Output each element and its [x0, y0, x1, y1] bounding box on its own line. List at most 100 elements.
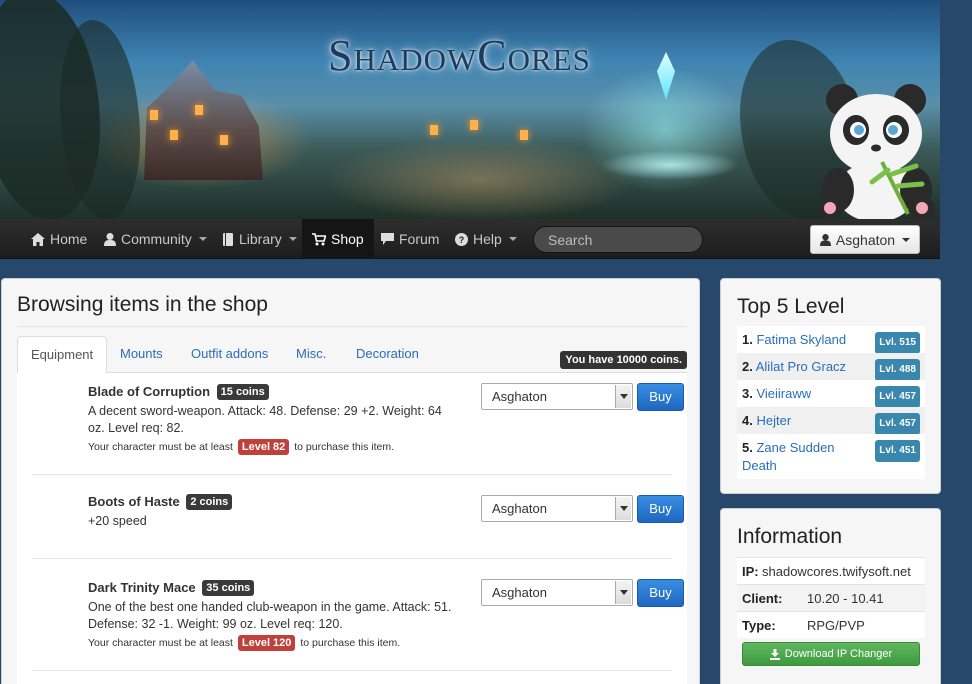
nav-home[interactable]: Home — [31, 219, 87, 259]
list-item: 1. Fatima Skyland Lvl. 515 — [737, 326, 925, 354]
chevron-down-icon — [198, 237, 207, 241]
svg-text:?: ? — [459, 235, 465, 245]
shop-item: Boots of Haste 2 coins +20 speed Asghato… — [32, 475, 684, 559]
list-item: 5. Zane Sudden Death Lvl. 451 — [737, 434, 925, 479]
list-item: 4. Hejter Lvl. 457 — [737, 407, 925, 435]
tab-outfit-addons[interactable]: Outfit addons — [178, 336, 281, 373]
info-label: IP: — [742, 564, 759, 579]
search-input[interactable] — [533, 226, 703, 253]
level-requirement-badge: Level 120 — [237, 635, 296, 651]
question-icon: ? — [455, 232, 468, 246]
buy-button[interactable]: Buy — [637, 495, 684, 523]
item-description: A decent sword-weapon. Attack: 48. Defen… — [88, 404, 442, 435]
chevron-down-icon[interactable] — [615, 385, 631, 408]
item-description: +20 speed — [88, 514, 147, 528]
download-label: Download IP Changer — [784, 648, 893, 660]
user-menu-button[interactable]: Asghaton — [810, 225, 920, 254]
price-badge: 2 coins — [186, 494, 233, 510]
item-name: Blade of Corruption — [88, 384, 211, 399]
item-description: One of the best one handed club-weapon i… — [88, 600, 452, 631]
nav-help-label: Help — [473, 231, 502, 247]
banner-light — [520, 130, 528, 140]
player-level-badge: Lvl. 488 — [875, 359, 920, 381]
info-row-ip: IP: shadowcores.twifysoft.net — [737, 557, 925, 584]
chevron-down-icon[interactable] — [615, 497, 631, 520]
user-icon — [104, 232, 116, 246]
banner-light — [430, 125, 438, 135]
info-value: 10.20 - 10.41 — [807, 591, 884, 606]
price-badge: 35 coins — [202, 580, 255, 596]
nav-community-label: Community — [121, 231, 192, 247]
info-label: Client: — [742, 591, 783, 606]
player-level-badge: Lvl. 451 — [875, 440, 920, 462]
item-name: Boots of Haste — [88, 494, 180, 509]
item-requirement: Your character must be at least Level 12… — [88, 635, 400, 651]
chevron-down-icon — [288, 237, 297, 241]
banner-light — [150, 110, 158, 120]
buy-button[interactable]: Buy — [637, 579, 684, 607]
price-badge: 15 coins — [216, 384, 269, 400]
nav-help[interactable]: ? Help — [455, 219, 517, 259]
nav-forum[interactable]: Forum — [381, 219, 439, 259]
character-select-value: Asghaton — [492, 501, 547, 516]
rank-number: 3. — [742, 386, 753, 401]
nav-forum-label: Forum — [399, 231, 440, 247]
nav-library[interactable]: Library — [222, 219, 297, 259]
requirement-prefix: Your character must be at least — [88, 637, 233, 649]
crystal-icon — [657, 52, 675, 100]
level-requirement-badge: Level 82 — [237, 439, 290, 455]
tab-decoration[interactable]: Decoration — [343, 336, 432, 373]
chevron-down-icon[interactable] — [615, 581, 631, 604]
cart-icon — [312, 232, 326, 245]
user-icon — [819, 233, 831, 246]
chevron-down-icon — [508, 237, 517, 241]
character-select[interactable]: Asghaton — [481, 495, 633, 522]
rank-number: 4. — [742, 413, 753, 428]
nav-home-label: Home — [50, 231, 88, 247]
coins-balance-badge: You have 10000 coins. — [560, 351, 687, 369]
info-value: RPG/PVP — [807, 618, 865, 633]
list-item: 2. Alilat Pro Gracz Lvl. 488 — [737, 353, 925, 381]
player-link[interactable]: Vieiiraww — [756, 386, 811, 401]
player-level-badge: Lvl. 457 — [875, 413, 920, 435]
item-title: Dark Trinity Mace 35 coins — [88, 580, 255, 596]
banner-town — [144, 60, 263, 180]
character-select-value: Asghaton — [492, 389, 547, 404]
chevron-down-icon — [902, 237, 911, 242]
requirement-prefix: Your character must be at least — [88, 441, 233, 453]
item-title: Blade of Corruption 15 coins — [88, 384, 269, 400]
tab-equipment[interactable]: Equipment — [17, 336, 108, 374]
shop-item: Dark Trinity Mace 35 coins One of the be… — [32, 559, 684, 671]
shop-item: Blade of Corruption 15 coins A decent sw… — [32, 373, 684, 475]
player-link[interactable]: Alilat Pro Gracz — [756, 359, 846, 374]
tab-misc[interactable]: Misc. — [283, 336, 339, 373]
info-row-client: Client: 10.20 - 10.41 — [737, 584, 925, 611]
player-link[interactable]: Fatima Skyland — [756, 332, 846, 347]
download-ip-changer-button[interactable]: Download IP Changer — [742, 642, 920, 666]
book-icon — [223, 232, 233, 246]
nav-shop[interactable]: Shop — [302, 219, 374, 259]
character-select[interactable]: Asghaton — [481, 383, 633, 410]
nav-community[interactable]: Community — [104, 219, 207, 259]
player-link[interactable]: Zane Sudden Death — [742, 440, 835, 473]
requirement-suffix: to purchase this item. — [294, 441, 395, 453]
rank-number: 1. — [742, 332, 753, 347]
banner-light — [170, 130, 178, 140]
buy-button[interactable]: Buy — [637, 383, 684, 411]
top-level-list: 1. Fatima Skyland Lvl. 515 2. Alilat Pro… — [737, 326, 925, 479]
player-link[interactable]: Hejter — [756, 413, 791, 428]
comment-icon — [381, 233, 394, 245]
main-navbar: Home Community Library Shop Forum ? Help… — [0, 219, 940, 259]
rank-number: 5. — [742, 440, 753, 455]
requirement-suffix: to purchase this item. — [300, 637, 401, 649]
top-level-title: Top 5 Level — [737, 295, 845, 318]
player-level-badge: Lvl. 515 — [875, 332, 920, 354]
character-select[interactable]: Asghaton — [481, 579, 633, 606]
item-name: Dark Trinity Mace — [88, 580, 196, 595]
user-menu-label: Asghaton — [835, 231, 896, 248]
banner-light — [470, 120, 478, 130]
character-select-value: Asghaton — [492, 585, 547, 600]
site-logo[interactable]: ShadowCores — [328, 30, 591, 81]
player-level-badge: Lvl. 457 — [875, 386, 920, 408]
tab-mounts[interactable]: Mounts — [107, 336, 176, 373]
